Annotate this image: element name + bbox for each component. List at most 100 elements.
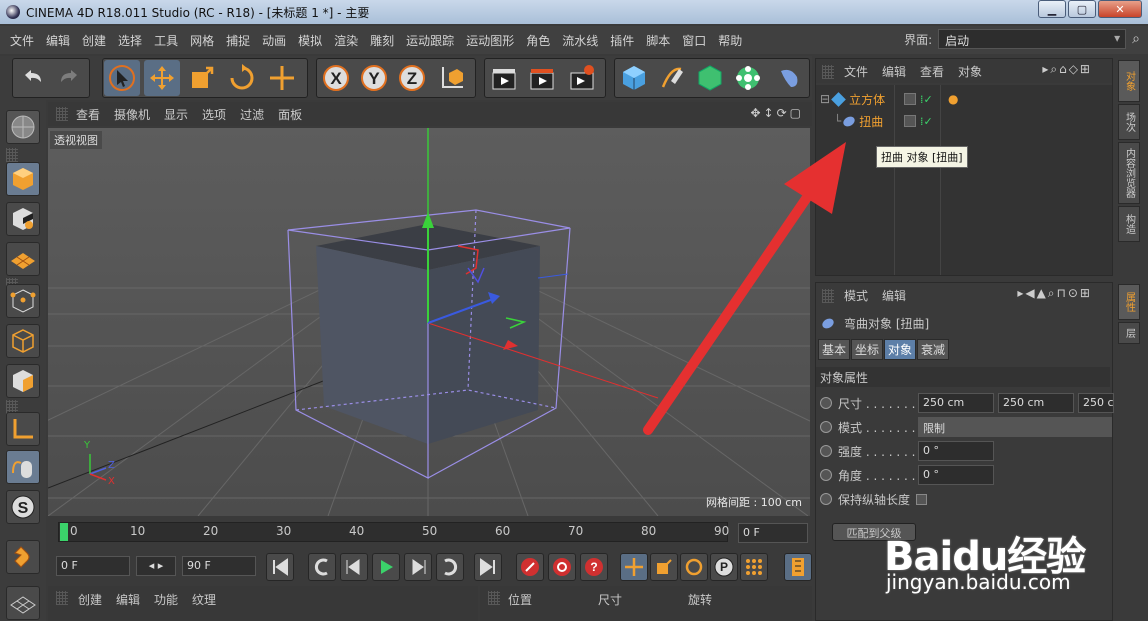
material-menu-edit[interactable]: 编辑	[116, 591, 140, 608]
tweak-mode-button[interactable]	[6, 450, 40, 484]
scale-tool-button[interactable]	[184, 60, 220, 96]
deformer-button[interactable]	[770, 60, 806, 96]
animate-radio[interactable]	[820, 469, 832, 481]
menu-sculpt[interactable]: 雕刻	[370, 32, 394, 49]
y-axis-lock-button[interactable]: Y	[356, 60, 392, 96]
object-name-twist[interactable]: 扭曲	[859, 113, 883, 130]
close-button[interactable]: ✕	[1098, 0, 1142, 18]
material-menu-texture[interactable]: 纹理	[192, 591, 216, 608]
end-frame-field[interactable]: 90 F	[182, 556, 256, 576]
go-to-start-button[interactable]	[266, 553, 294, 581]
timeline-track[interactable]	[58, 522, 728, 542]
previous-frame-button[interactable]	[340, 553, 368, 581]
layout-dropdown[interactable]: 启动	[938, 29, 1127, 49]
animate-radio[interactable]	[820, 493, 832, 505]
tab-falloff[interactable]: 衰减	[917, 339, 950, 360]
viewport-menu-display[interactable]: 显示	[164, 106, 188, 123]
next-frame-button[interactable]	[404, 553, 432, 581]
select-tool-button[interactable]	[104, 60, 140, 96]
animate-radio[interactable]	[820, 397, 832, 409]
menu-motion-tracking[interactable]: 运动跟踪	[406, 32, 454, 49]
auto-key-button[interactable]	[548, 553, 576, 581]
viewport-menu-options[interactable]: 选项	[202, 106, 226, 123]
x-axis-lock-button[interactable]: X	[318, 60, 354, 96]
tree-expand-icon[interactable]: ⊟	[820, 92, 830, 106]
am-menu-edit[interactable]: 编辑	[882, 287, 906, 304]
menu-create[interactable]: 创建	[82, 32, 106, 49]
nurbs-button[interactable]	[692, 60, 728, 96]
material-menu-function[interactable]: 功能	[154, 591, 178, 608]
menu-animate[interactable]: 动画	[262, 32, 286, 49]
coordinate-system-button[interactable]	[434, 60, 470, 96]
polygons-mode-button[interactable]	[6, 364, 40, 398]
maximize-button[interactable]: ▢	[1068, 0, 1096, 18]
current-frame-field[interactable]: 0 F	[738, 523, 808, 543]
move-tool-button[interactable]	[144, 60, 180, 96]
menu-file[interactable]: 文件	[10, 32, 34, 49]
material-menu-create[interactable]: 创建	[78, 591, 102, 608]
minimize-button[interactable]: ▁	[1038, 0, 1066, 18]
menu-snap[interactable]: 捕捉	[226, 32, 250, 49]
menu-mesh[interactable]: 网格	[190, 32, 214, 49]
tab-basic[interactable]: 基本	[818, 339, 851, 360]
keyframe-selection-button[interactable]: ?	[580, 553, 608, 581]
key-pla-button[interactable]	[740, 553, 768, 581]
snap-toggle-button[interactable]: S	[6, 490, 40, 524]
make-editable-button[interactable]	[6, 110, 40, 144]
live-select-button[interactable]	[264, 60, 300, 96]
side-tab-attributes[interactable]: 属性	[1118, 284, 1140, 320]
render-view-button[interactable]	[486, 60, 522, 96]
next-key-button[interactable]	[436, 553, 464, 581]
object-name-cube[interactable]: 立方体	[849, 91, 885, 108]
side-tab-layers[interactable]: 层	[1118, 322, 1140, 344]
animate-radio[interactable]	[820, 421, 832, 433]
playhead-marker[interactable]	[60, 523, 68, 541]
play-button[interactable]	[372, 553, 400, 581]
spline-pen-button[interactable]	[654, 60, 690, 96]
menu-tools[interactable]: 工具	[154, 32, 178, 49]
mode-dropdown[interactable]: 限制	[918, 417, 1112, 437]
menu-script[interactable]: 脚本	[646, 32, 670, 49]
menu-select[interactable]: 选择	[118, 32, 142, 49]
viewport-menu-view[interactable]: 查看	[76, 106, 100, 123]
size-x-field[interactable]: 250 cm	[918, 393, 994, 413]
list-item[interactable]: └ 扭曲 ⁞✓	[820, 111, 1110, 131]
am-toolbar-icons[interactable]: ▸◀▲⌕⊓⊙⊞	[1017, 286, 1092, 301]
floor-grid-button[interactable]	[6, 586, 40, 620]
list-item[interactable]: ⊟ 立方体 ⁞✓ ●	[820, 89, 1110, 109]
points-mode-button[interactable]	[6, 284, 40, 318]
key-parameter-button[interactable]: P	[710, 553, 738, 581]
model-mode-button[interactable]	[6, 162, 40, 196]
start-frame-field[interactable]: 0 F	[56, 556, 130, 576]
render-to-picture-viewer-button[interactable]	[524, 60, 560, 96]
menu-edit[interactable]: 编辑	[46, 32, 70, 49]
object-list[interactable]: ⊟ 立方体 ⁞✓ ● └ 扭曲 ⁞✓	[816, 85, 1112, 275]
side-tab-structure[interactable]: 构造	[1118, 206, 1140, 242]
am-menu-mode[interactable]: 模式	[844, 287, 868, 304]
range-stepper[interactable]: ◂ ▸	[136, 556, 176, 576]
layer-icon[interactable]	[904, 115, 916, 127]
texture-mode-button[interactable]	[6, 202, 40, 236]
viewport-nav-icons[interactable]: ✥↕⟳▢	[750, 106, 804, 120]
layer-icon[interactable]	[904, 93, 916, 105]
key-position-button[interactable]	[620, 553, 648, 581]
undo-button[interactable]	[14, 60, 50, 96]
om-menu-file[interactable]: 文件	[844, 63, 868, 80]
animate-radio[interactable]	[820, 445, 832, 457]
viewport-menu-panel[interactable]: 面板	[278, 106, 302, 123]
edges-mode-button[interactable]	[6, 324, 40, 358]
side-tab-content-browser[interactable]: 内容浏览器	[1118, 142, 1140, 204]
go-to-end-button[interactable]	[474, 553, 502, 581]
menu-simulate[interactable]: 模拟	[298, 32, 322, 49]
tab-coord[interactable]: 坐标	[851, 339, 884, 360]
menu-render[interactable]: 渲染	[334, 32, 358, 49]
magnet-button[interactable]	[6, 540, 40, 574]
redo-button[interactable]	[52, 60, 88, 96]
timeline-window-button[interactable]	[784, 553, 812, 581]
om-menu-view[interactable]: 查看	[920, 63, 944, 80]
rotate-tool-button[interactable]	[224, 60, 260, 96]
menu-pipeline[interactable]: 流水线	[562, 32, 598, 49]
menu-window[interactable]: 窗口	[682, 32, 706, 49]
tag-icon[interactable]: ●	[948, 92, 958, 106]
menu-plugins[interactable]: 插件	[610, 32, 634, 49]
